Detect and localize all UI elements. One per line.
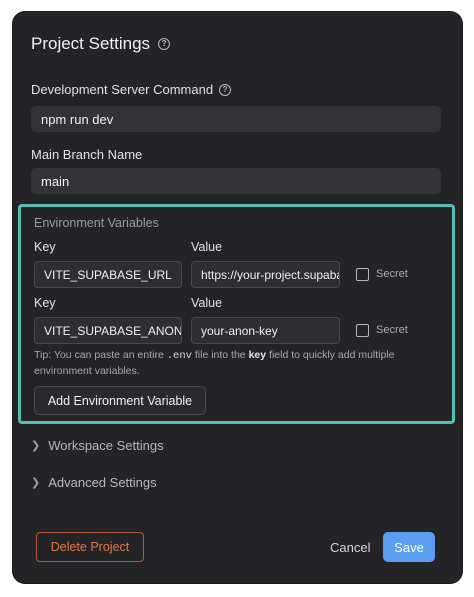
dev-server-command-input[interactable]	[31, 106, 441, 132]
dev-server-label-text: Development Server Command	[31, 82, 214, 97]
value-header: Value	[191, 240, 223, 254]
workspace-settings-label: Workspace Settings	[48, 438, 164, 453]
tip-bold: key	[248, 349, 267, 361]
add-environment-variable-button[interactable]: Add Environment Variable	[34, 386, 206, 415]
main-branch-label: Main Branch Name	[31, 147, 142, 162]
delete-project-button[interactable]: Delete Project	[36, 532, 144, 562]
secret-label: Secret	[376, 268, 408, 280]
env-vars-tip: Tip: You can paste an entire .env file i…	[34, 348, 444, 379]
save-button[interactable]: Save	[383, 532, 435, 562]
secret-label: Secret	[376, 324, 408, 336]
key-header: Key	[34, 240, 56, 254]
env-key-input[interactable]: VITE_SUPABASE_ANON_KEY	[34, 317, 182, 344]
value-header: Value	[191, 296, 223, 310]
dialog-header: Project Settings ?	[31, 34, 171, 54]
env-key-input[interactable]: VITE_SUPABASE_URL	[34, 261, 182, 288]
tip-mid: file into the	[194, 349, 246, 361]
main-branch-input[interactable]	[31, 168, 441, 194]
help-circle-icon[interactable]: ?	[158, 38, 171, 50]
dialog-title: Project Settings	[31, 34, 151, 53]
chevron-right-icon: ❯	[31, 477, 41, 489]
tip-prefix: Tip: You can paste an entire	[34, 349, 164, 361]
advanced-settings-toggle[interactable]: ❯ Advanced Settings	[31, 475, 157, 490]
secret-checkbox[interactable]	[356, 268, 369, 281]
env-vars-title: Environment Variables	[34, 216, 159, 230]
cancel-button[interactable]: Cancel	[330, 540, 370, 555]
tip-code: .env	[166, 350, 192, 362]
chevron-right-icon: ❯	[31, 440, 41, 452]
key-header: Key	[34, 296, 56, 310]
env-value-input[interactable]: your-anon-key	[191, 317, 340, 344]
advanced-settings-label: Advanced Settings	[48, 475, 157, 490]
env-value-input[interactable]: https://your-project.supabase.co	[191, 261, 340, 288]
project-settings-dialog: Project Settings ? Development Server Co…	[13, 12, 462, 583]
main-branch-label-text: Main Branch Name	[31, 147, 143, 162]
dev-server-label: Development Server Command ?	[31, 82, 232, 97]
help-circle-icon[interactable]: ?	[219, 83, 232, 96]
workspace-settings-toggle[interactable]: ❯ Workspace Settings	[31, 438, 164, 453]
secret-checkbox[interactable]	[356, 324, 369, 337]
environment-variables-section: Environment Variables Key Value VITE_SUP…	[18, 204, 455, 424]
